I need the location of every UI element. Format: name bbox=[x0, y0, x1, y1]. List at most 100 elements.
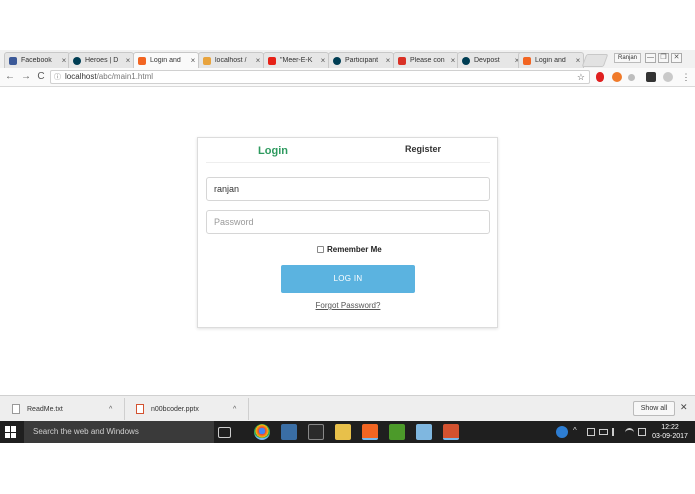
url-path: /abc/main1.html bbox=[96, 72, 154, 81]
username-input[interactable]: ranjan bbox=[206, 177, 490, 201]
profile-name-badge[interactable]: Ranjan bbox=[614, 53, 642, 63]
login-button[interactable]: LOG IN bbox=[281, 265, 415, 293]
tab-label: Please con bbox=[410, 57, 445, 64]
tab-register[interactable]: Register bbox=[348, 138, 498, 162]
tab-label: localhost / bbox=[215, 57, 247, 64]
close-download-bar-icon[interactable]: ✕ bbox=[680, 402, 688, 413]
clock-time: 12:22 bbox=[661, 424, 679, 431]
orange-extension-icon[interactable] bbox=[612, 72, 622, 82]
tab-close-icon[interactable]: × bbox=[253, 56, 263, 65]
action-center-icon[interactable] bbox=[638, 428, 646, 436]
tab-label: Login and bbox=[150, 57, 181, 64]
text-file-icon bbox=[12, 404, 20, 414]
browser-tab-strip: Facebook × Heroes | D × Login and × loca… bbox=[0, 50, 695, 68]
browser-tab-youtube[interactable]: "Meer-E-K × bbox=[263, 52, 329, 68]
devpost-icon bbox=[333, 56, 341, 65]
password-input[interactable]: Password bbox=[206, 210, 490, 234]
download-bar: ReadMe.txt ^ n00bcoder.pptx ^ Show all ✕ bbox=[0, 395, 695, 421]
volume-icon[interactable] bbox=[612, 428, 620, 436]
chevron-up-icon[interactable]: ^ bbox=[109, 406, 112, 413]
phpmyadmin-icon bbox=[203, 56, 211, 65]
tab-login[interactable]: Login bbox=[198, 138, 348, 164]
app-icon[interactable] bbox=[416, 424, 432, 440]
download-separator bbox=[124, 398, 125, 420]
address-bar[interactable]: ⓘ localhost/abc/main1.html ☆ bbox=[50, 70, 590, 84]
browser-tab-gmail[interactable]: Please con × bbox=[393, 52, 459, 68]
tab-close-icon[interactable]: × bbox=[318, 56, 328, 65]
gmail-icon bbox=[398, 56, 406, 65]
remember-me-label: Remember Me bbox=[327, 244, 382, 254]
battery-icon[interactable] bbox=[599, 429, 608, 435]
codepen-icon bbox=[523, 56, 531, 65]
bookmark-star-icon[interactable]: ☆ bbox=[577, 71, 585, 83]
tab-label: Login and bbox=[535, 57, 566, 64]
youtube-icon bbox=[268, 56, 276, 65]
screen: Facebook × Heroes | D × Login and × loca… bbox=[0, 0, 695, 494]
onedrive-icon[interactable] bbox=[587, 428, 595, 436]
wifi-icon[interactable] bbox=[625, 428, 634, 437]
remember-me-checkbox[interactable]: Remember Me bbox=[317, 244, 382, 254]
download-item-readme[interactable]: ReadMe.txt ^ bbox=[12, 396, 120, 422]
extension-icon[interactable] bbox=[628, 74, 635, 81]
chevron-up-icon[interactable]: ^ bbox=[233, 406, 236, 413]
browser-tab-localhost[interactable]: localhost / × bbox=[198, 52, 264, 68]
url-host: localhost bbox=[65, 72, 97, 81]
forgot-password-row: Forgot Password? bbox=[198, 301, 498, 310]
facebook-icon bbox=[9, 56, 17, 65]
windows-start-icon[interactable] bbox=[5, 426, 17, 438]
xampp-icon[interactable] bbox=[362, 424, 378, 440]
browser-tab-heroes[interactable]: Heroes | D × bbox=[68, 52, 134, 68]
download-filename: ReadMe.txt bbox=[27, 405, 63, 413]
checkbox-icon[interactable] bbox=[317, 245, 324, 253]
file-explorer-icon[interactable] bbox=[335, 424, 351, 440]
forgot-password-link[interactable]: Forgot Password? bbox=[316, 301, 381, 310]
windows-taskbar: Search the web and Windows ^ 12:22 03-09… bbox=[0, 421, 695, 443]
tab-label: "Meer-E-K bbox=[280, 57, 313, 64]
close-window-icon[interactable]: ✕ bbox=[671, 53, 682, 63]
browser-tab-login-2[interactable]: Login and × bbox=[518, 52, 584, 68]
opera-extension-icon[interactable] bbox=[596, 72, 604, 82]
taskbar-clock[interactable]: 12:22 03-09-2017 bbox=[650, 423, 690, 441]
menu-dots-icon[interactable]: ⋮ bbox=[680, 71, 692, 83]
tab-label: Devpost bbox=[474, 57, 500, 64]
powerpoint-file-icon bbox=[136, 404, 144, 414]
minimize-icon[interactable]: — bbox=[645, 53, 656, 63]
new-tab-button[interactable] bbox=[581, 54, 609, 67]
maximize-icon[interactable]: ❐ bbox=[658, 53, 669, 63]
browser-tab-login-active[interactable]: Login and × bbox=[133, 52, 199, 68]
back-arrow-icon[interactable]: ← bbox=[4, 71, 16, 83]
login-card: Login Register ranjan Password Remember … bbox=[197, 137, 498, 328]
chrome-icon[interactable] bbox=[254, 424, 270, 440]
browser-tab-participant[interactable]: Participant × bbox=[328, 52, 394, 68]
tab-label: Facebook bbox=[21, 57, 52, 64]
this-pc-icon[interactable] bbox=[281, 424, 297, 440]
tab-label: Participant bbox=[345, 57, 379, 64]
download-filename: n00bcoder.pptx bbox=[151, 405, 199, 413]
forward-arrow-icon[interactable]: → bbox=[20, 71, 32, 83]
powerpoint-icon[interactable] bbox=[443, 424, 459, 440]
tab-close-icon[interactable]: × bbox=[123, 56, 133, 65]
show-all-downloads-button[interactable]: Show all bbox=[633, 401, 675, 416]
devpost-icon bbox=[73, 56, 81, 65]
browser-tab-facebook[interactable]: Facebook × bbox=[4, 52, 70, 68]
info-icon[interactable]: ⓘ bbox=[54, 72, 61, 84]
tab-divider bbox=[206, 162, 490, 163]
notification-extension-icon[interactable] bbox=[646, 72, 656, 82]
browser-tab-devpost[interactable]: Devpost × bbox=[457, 52, 523, 68]
help-icon[interactable] bbox=[556, 426, 568, 438]
download-separator bbox=[248, 398, 249, 420]
tab-close-icon[interactable]: × bbox=[383, 56, 393, 65]
download-item-pptx[interactable]: n00bcoder.pptx ^ bbox=[136, 396, 244, 422]
vpn-extension-icon[interactable] bbox=[663, 72, 673, 82]
task-view-icon[interactable] bbox=[218, 427, 231, 438]
tab-close-icon[interactable]: × bbox=[188, 56, 198, 65]
taskbar-search-input[interactable]: Search the web and Windows bbox=[24, 421, 214, 443]
terminal-icon[interactable] bbox=[308, 424, 324, 440]
clock-date: 03-09-2017 bbox=[652, 433, 688, 440]
tray-chevron-icon[interactable]: ^ bbox=[573, 426, 577, 435]
devpost-icon bbox=[462, 56, 470, 65]
notepad-plus-plus-icon[interactable] bbox=[389, 424, 405, 440]
tab-label: Heroes | D bbox=[85, 57, 119, 64]
reload-icon[interactable]: C bbox=[35, 71, 47, 83]
browser-toolbar: ← → C ⓘ localhost/abc/main1.html ☆ ⋮ bbox=[0, 68, 695, 87]
